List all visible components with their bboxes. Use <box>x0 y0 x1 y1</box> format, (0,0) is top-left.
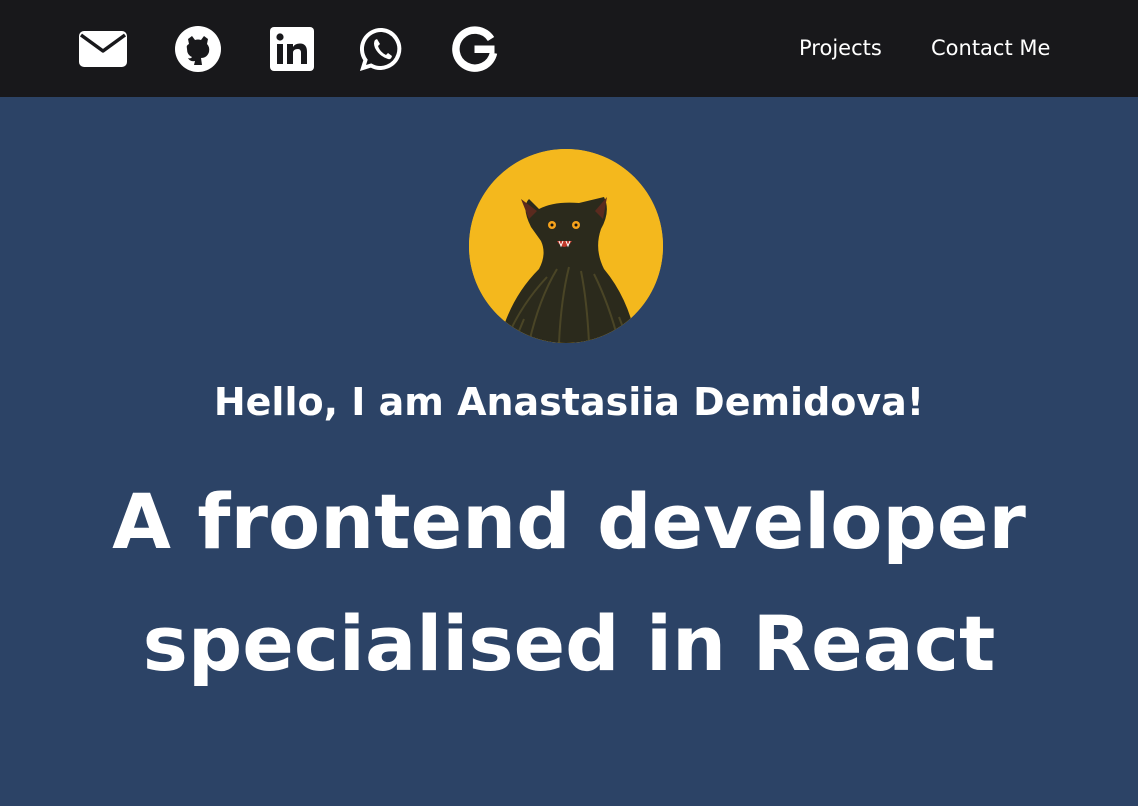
avatar <box>469 149 663 343</box>
hero-section: Hello, I am Anastasiia Demidova! A front… <box>0 97 1138 806</box>
envelope-icon <box>78 29 128 69</box>
nav-link-contact-me[interactable]: Contact Me <box>931 0 1050 97</box>
github-icon <box>174 25 222 73</box>
google-icon <box>452 25 498 72</box>
google-link[interactable] <box>452 0 498 97</box>
email-link[interactable] <box>78 0 128 97</box>
linkedin-icon <box>270 26 314 71</box>
greeting-heading: Hello, I am Anastasiia Demidova! <box>213 380 925 424</box>
whatsapp-link[interactable] <box>360 0 404 97</box>
headline-line-1: A frontend developer <box>112 477 1026 566</box>
linkedin-link[interactable] <box>270 0 314 97</box>
whatsapp-icon <box>360 27 404 71</box>
github-link[interactable] <box>174 0 222 97</box>
headline-line-2: specialised in React <box>142 599 996 688</box>
navbar: Projects Contact Me <box>0 0 1138 97</box>
headline: A frontend developer specialised in Reac… <box>0 461 1138 705</box>
nav-link-projects[interactable]: Projects <box>799 0 882 97</box>
